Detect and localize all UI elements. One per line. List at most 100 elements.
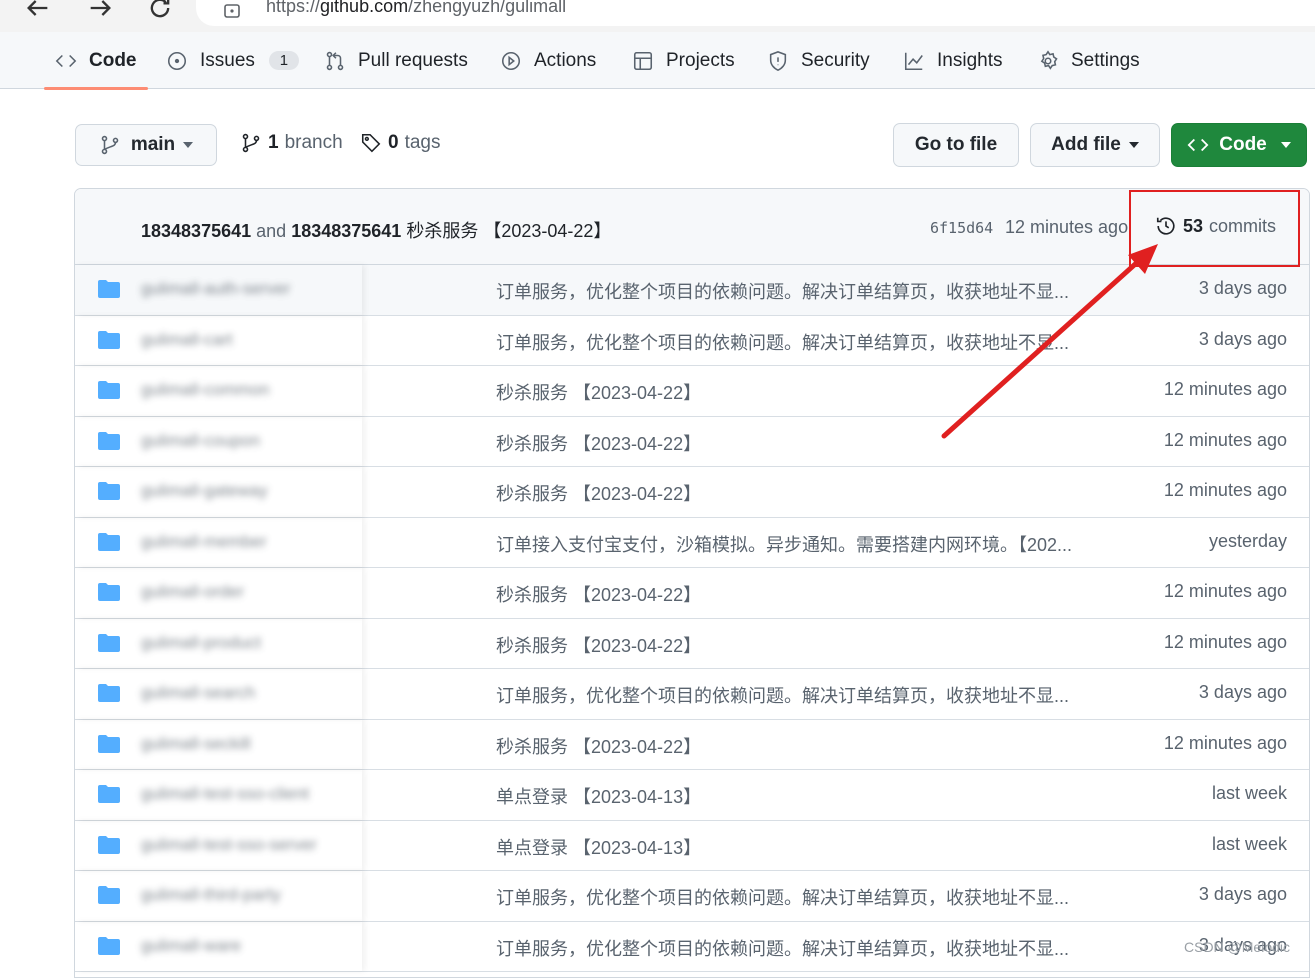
go-to-file-button[interactable]: Go to file	[893, 123, 1019, 167]
file-name-link[interactable]: gulimall-auth-server	[141, 279, 290, 299]
table-row[interactable]: gulimall-coupon 秒杀服务 【2023-04-22】 12 minut…	[75, 417, 1309, 467]
reload-icon[interactable]	[146, 0, 176, 24]
issue-icon	[167, 51, 187, 70]
address-url[interactable]: https://github.com/zhengyuzh/gulimall	[266, 0, 566, 17]
add-file-label: Add file	[1051, 134, 1121, 155]
tab-actions[interactable]: Actions	[500, 32, 596, 89]
tab-label: Actions	[534, 49, 597, 71]
commit-message-link[interactable]: 秒杀服务 【2023-04-22】	[406, 221, 611, 241]
chevron-down-icon	[1128, 142, 1139, 148]
table-row[interactable]: gulimall-auth-server 订单服务，优化整个项目的依赖问题。解决订…	[75, 265, 1309, 316]
address-bar[interactable]: https://github.com/zhengyuzh/gulimall	[196, 0, 1315, 26]
tag-word: tags	[404, 132, 441, 153]
table-row[interactable]: gulimall-test-sso-server 单点登录 【2023-04-13…	[75, 821, 1309, 871]
file-commit-message[interactable]: 订单服务，优化整个项目的依赖问题。解决订单结算页，收获地址不显...	[496, 278, 1121, 304]
file-commit-message[interactable]: 订单接入支付宝支付，沙箱模拟。异步通知。需要搭建内网环境。【202...	[496, 531, 1121, 557]
file-name-link[interactable]: gulimall-test-sso-client	[141, 784, 309, 804]
forward-arrow-icon[interactable]	[86, 0, 116, 24]
shield-icon	[769, 50, 787, 71]
back-arrow-icon[interactable]	[24, 0, 54, 24]
tag-icon	[361, 133, 381, 153]
table-row[interactable]: gulimall-test-sso-client 单点登录 【2023-04-13…	[75, 770, 1309, 821]
file-commit-message[interactable]: 秒杀服务 【2023-04-22】	[496, 581, 1121, 607]
table-row[interactable]: gulimall-order 秒杀服务 【2023-04-22】 12 minute…	[75, 568, 1309, 619]
branch-select-button[interactable]: main	[75, 124, 217, 166]
branches-link[interactable]: 1 branch	[240, 132, 343, 154]
table-row[interactable]: gulimall-third-party 订单服务，优化整个项目的依赖问题。解决订…	[75, 871, 1309, 922]
file-commit-message[interactable]: 订单服务，优化整个项目的依赖问题。解决订单结算页，收获地址不显...	[496, 935, 1121, 961]
table-row[interactable]: gulimall-seckill 秒杀服务 【2023-04-22】 12 minu…	[75, 720, 1309, 770]
file-commit-age: 12 minutes ago	[1163, 581, 1287, 601]
tab-insights[interactable]: Insights	[903, 32, 1002, 89]
file-commit-message[interactable]: 订单服务，优化整个项目的依赖问题。解决订单结算页，收获地址不显...	[496, 884, 1121, 910]
commit-sha[interactable]: 6f15d64	[930, 219, 993, 237]
file-commit-message[interactable]: 单点登录 【2023-04-13】	[496, 783, 1121, 809]
tab-label: Issues	[200, 49, 255, 71]
tab-label: Insights	[937, 49, 1003, 71]
browser-toolbar: https://github.com/zhengyuzh/gulimall	[0, 0, 1315, 32]
file-name-link[interactable]: gulimall-gateway	[141, 481, 268, 501]
watermark: CSDN @Melodic	[1184, 939, 1291, 955]
file-name-link[interactable]: gulimall-cart	[141, 330, 233, 350]
tab-settings[interactable]: Settings	[1037, 32, 1140, 89]
table-row[interactable]: gulimall-ware 订单服务，优化整个项目的依赖问题。解决订单结算页，收获…	[75, 922, 1309, 972]
branch-word: branch	[284, 132, 343, 153]
repo-nav: Code Issues 1 Pull requests Actions Proj…	[0, 32, 1315, 90]
file-name-link[interactable]: gulimall-coupon	[141, 431, 260, 451]
file-commit-age: last week	[1211, 833, 1287, 854]
file-commit-message[interactable]: 单点登录 【2023-04-13】	[496, 834, 1121, 860]
tab-code[interactable]: Code	[44, 32, 147, 90]
site-info-icon[interactable]	[222, 0, 242, 20]
table-row[interactable]: gulimall-common 秒杀服务 【2023-04-22】 12 minut…	[75, 366, 1309, 417]
file-name-link[interactable]: gulimall-order	[141, 582, 244, 602]
tab-issues[interactable]: Issues 1	[166, 32, 299, 89]
tab-pull-requests[interactable]: Pull requests	[324, 32, 468, 89]
file-name-link[interactable]: gulimall-product	[141, 633, 261, 653]
commit-author-joiner: and	[256, 221, 287, 241]
tab-label: Projects	[666, 49, 735, 71]
file-name-link[interactable]: gulimall-search	[141, 683, 255, 703]
file-commit-age: 12 minutes ago	[1163, 429, 1287, 450]
file-commit-message[interactable]: 订单服务，优化整个项目的依赖问题。解决订单结算页，收获地址不显...	[496, 682, 1121, 708]
add-file-button[interactable]: Add file	[1030, 123, 1160, 167]
folder-icon	[98, 785, 120, 803]
table-row[interactable]: gulimall-cart 订单服务，优化整个项目的依赖问题。解决订单结算页，收获…	[75, 316, 1309, 366]
file-commit-message[interactable]: 秒杀服务 【2023-04-22】	[496, 430, 1121, 456]
file-commit-message[interactable]: 订单服务，优化整个项目的依赖问题。解决订单结算页，收获地址不显...	[496, 329, 1121, 355]
file-name-link[interactable]: gulimall-test-sso-server	[141, 835, 317, 855]
folder-icon	[98, 886, 120, 904]
file-commit-message[interactable]: 秒杀服务 【2023-04-22】	[496, 480, 1121, 506]
branch-icon	[242, 133, 260, 153]
code-icon	[55, 54, 77, 67]
file-name-link[interactable]: gulimall-member	[141, 532, 267, 552]
file-commit-message[interactable]: 秒杀服务 【2023-04-22】	[496, 379, 1121, 405]
table-row[interactable]: gulimall-gateway 秒杀服务 【2023-04-22】 12 minu…	[75, 467, 1309, 518]
file-commit-age: 12 minutes ago	[1163, 379, 1287, 399]
file-name-link[interactable]: gulimall-third-party	[141, 885, 281, 905]
tab-label: Security	[801, 49, 870, 71]
file-commit-age: 3 days ago	[1198, 884, 1287, 904]
tags-link[interactable]: 0 tags	[360, 132, 441, 154]
branch-count: 1	[268, 132, 279, 153]
commit-author[interactable]: 18348375641	[141, 221, 251, 241]
file-commit-message[interactable]: 秒杀服务 【2023-04-22】	[496, 733, 1121, 759]
folder-icon	[98, 532, 120, 551]
tab-projects[interactable]: Projects	[632, 32, 735, 89]
annotation-highlight-box	[1129, 190, 1300, 267]
code-download-button[interactable]: Code	[1171, 123, 1307, 167]
file-list: 18348375641 and 18348375641 秒杀服务 【2023-0…	[74, 188, 1310, 978]
file-name-link[interactable]: gulimall-common	[141, 380, 269, 400]
issues-counter: 1	[268, 51, 299, 70]
table-row[interactable]: gulimall-search 订单服务，优化整个项目的依赖问题。解决订单结算页，…	[75, 669, 1309, 720]
file-commit-message[interactable]: 秒杀服务 【2023-04-22】	[496, 632, 1121, 658]
file-name-link[interactable]: gulimall-ware	[141, 936, 241, 956]
file-commit-age: 3 days ago	[1198, 278, 1287, 298]
commit-coauthor[interactable]: 18348375641	[291, 221, 401, 241]
tab-security[interactable]: Security	[767, 32, 870, 89]
graph-icon	[904, 52, 923, 70]
table-row[interactable]: gulimall-product 秒杀服务 【2023-04-22】 12 minu…	[75, 619, 1309, 669]
commit-time: 12 minutes ago	[1005, 217, 1129, 237]
file-name-link[interactable]: gulimall-seckill	[141, 734, 251, 754]
table-row[interactable]: gulimall-member 订单接入支付宝支付，沙箱模拟。异步通知。需要搭建内…	[75, 518, 1309, 568]
folder-icon	[98, 936, 120, 955]
